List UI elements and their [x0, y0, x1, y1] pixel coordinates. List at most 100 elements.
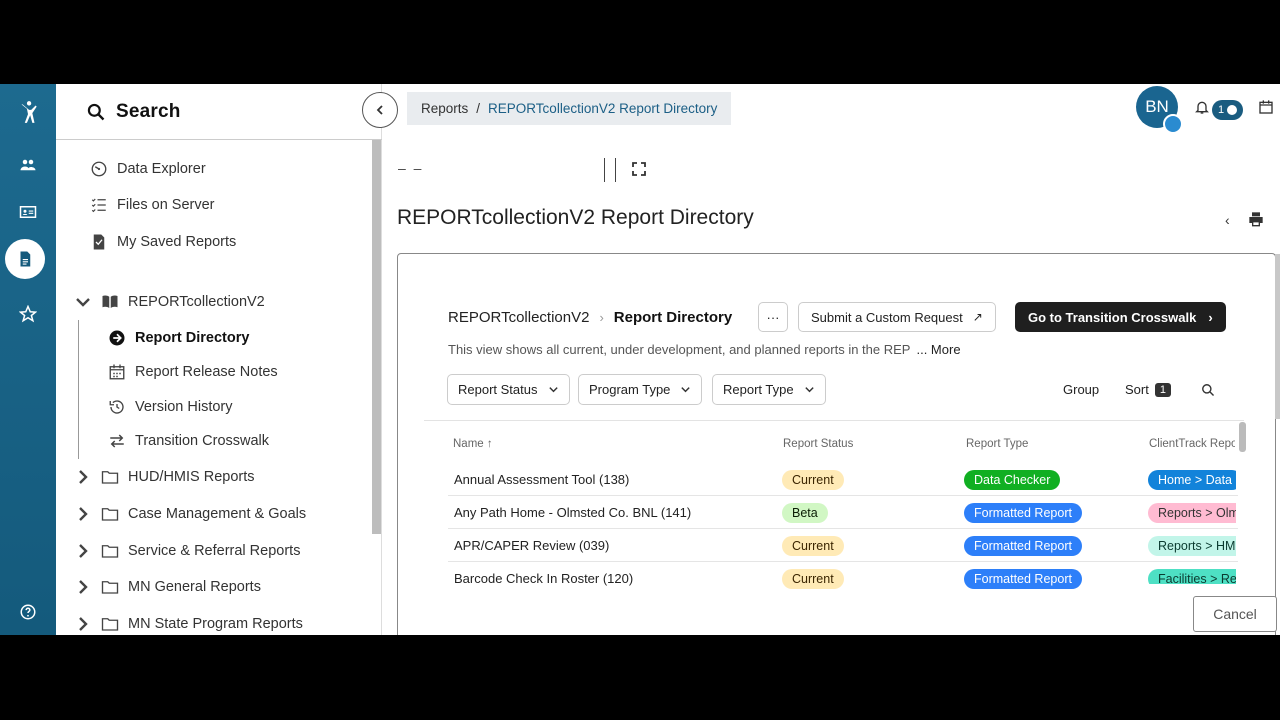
column-header-name[interactable]: Name ↑	[453, 438, 493, 450]
calendar-icon[interactable]	[1258, 99, 1274, 115]
sidebar-item-report-directory[interactable]: Report Directory	[108, 329, 249, 347]
page-title: REPORTcollectionV2 Report Directory	[397, 206, 754, 229]
column-header-type[interactable]: Report Type	[966, 438, 1028, 450]
sidebar-item-version-history[interactable]: Version History	[108, 398, 233, 416]
fullscreen-icon[interactable]	[632, 162, 646, 176]
sidebar-item-my-saved-reports[interactable]: My Saved Reports	[90, 233, 236, 251]
filter-program-type[interactable]: Program Type	[578, 374, 703, 405]
sort-label: Sort	[1125, 382, 1149, 397]
group-button[interactable]: Group	[1063, 382, 1099, 397]
sidebar-scrollbar[interactable]	[372, 140, 381, 534]
sidebar-item-label: Case Management & Goals	[128, 506, 307, 522]
history-icon	[109, 400, 124, 414]
sidebar-item-files-on-server[interactable]: Files on Server	[90, 196, 215, 214]
sort-button[interactable]: Sort 1	[1125, 382, 1171, 397]
chevron-down-icon	[804, 387, 814, 393]
sidebar-item-label: My Saved Reports	[117, 234, 237, 250]
sidebar-folder-case-management[interactable]: Case Management & Goals	[74, 505, 306, 523]
status-badge: Beta	[782, 503, 828, 523]
sidebar-item-label: Transition Crosswalk	[135, 433, 270, 449]
embedded-report-view: REPORTcollectionV2 › Report Directory ··…	[397, 253, 1280, 635]
clienttrack-badge: Home > Data	[1148, 470, 1236, 490]
arrow-circle-icon	[109, 330, 125, 346]
breadcrumb-current[interactable]: REPORTcollectionV2 Report Directory	[488, 101, 717, 116]
chevron-down-icon	[548, 387, 558, 393]
chevron-right-icon: ›	[1208, 309, 1213, 325]
clienttrack-badge: Reports > Olm	[1148, 503, 1236, 523]
column-header-status[interactable]: Report Status	[783, 438, 853, 450]
bell-icon[interactable]	[1194, 98, 1210, 116]
folder-icon	[101, 581, 119, 594]
sidebar-item-data-explorer[interactable]: Data Explorer	[90, 160, 206, 178]
embed-breadcrumb-current: Report Directory	[613, 309, 733, 326]
table-row[interactable]: Annual Assessment Tool (138) Current Dat…	[448, 463, 1238, 496]
cell-name: Barcode Check In Roster (120)	[454, 571, 634, 586]
table-row[interactable]: Barcode Check In Roster (120) Current Fo…	[448, 562, 1238, 595]
sidebar-folder-mn-general[interactable]: MN General Reports	[74, 578, 261, 596]
folder-icon	[101, 618, 119, 631]
collapse-sidebar-button[interactable]	[362, 92, 398, 128]
search-bar[interactable]: Search	[56, 84, 382, 140]
table-row[interactable]: Any Path Home - Olmsted Co. BNL (141) Be…	[448, 496, 1238, 529]
sidebar-item-label: Service & Referral Reports	[128, 543, 301, 559]
sidebar-item-label: MN General Reports	[128, 579, 261, 595]
notification-badge[interactable]: 1	[1212, 100, 1244, 120]
embed-breadcrumb: REPORTcollectionV2 › Report Directory	[448, 309, 732, 326]
cell-name: APR/CAPER Review (039)	[454, 538, 610, 553]
filter-report-status[interactable]: Report Status	[447, 374, 570, 405]
go-to-transition-crosswalk-button[interactable]: Go to Transition Crosswalk ›	[1015, 302, 1226, 332]
breadcrumb-separator: /	[476, 101, 481, 116]
folder-icon	[101, 545, 119, 558]
back-chevron-icon[interactable]: ‹	[1225, 212, 1230, 228]
status-badge: Current	[782, 470, 844, 490]
sidebar-folder-mn-state[interactable]: MN State Program Reports	[74, 615, 303, 633]
more-link[interactable]: ... More	[916, 342, 960, 357]
gauge-icon	[91, 161, 107, 177]
sidebar-item-label: Version History	[135, 399, 233, 415]
sidebar-item-label: MN State Program Reports	[128, 616, 303, 632]
calendar-icon	[109, 364, 125, 380]
table-row[interactable]: APR/CAPER Review (039) Current Formatted…	[448, 529, 1238, 562]
breadcrumb-root[interactable]: Reports	[421, 101, 468, 116]
more-options-button[interactable]: ···	[758, 302, 788, 332]
sidebar-item-label: Files on Server	[117, 197, 215, 213]
filter-report-type[interactable]: Report Type	[712, 374, 826, 405]
submit-custom-request-button[interactable]: Submit a Custom Request ↗	[798, 302, 996, 332]
left-rail	[0, 84, 56, 635]
avatar-badge-icon	[1163, 114, 1183, 134]
embed-breadcrumb-root[interactable]: REPORTcollectionV2	[448, 309, 589, 326]
sidebar-item-release-notes[interactable]: Report Release Notes	[108, 363, 278, 381]
chevron-right-icon	[79, 544, 88, 558]
reports-icon[interactable]	[5, 239, 45, 279]
help-icon[interactable]	[6, 592, 50, 632]
button-label: Submit a Custom Request	[811, 309, 963, 325]
sidebar-collection-toggle[interactable]: REPORTcollectionV2	[74, 293, 265, 311]
star-icon[interactable]	[6, 294, 50, 334]
logo-icon[interactable]	[6, 90, 50, 134]
search-label: Search	[116, 100, 181, 122]
app-window: Search Data Explorer Files on Server My …	[0, 84, 1280, 635]
filter-label: Report Type	[723, 382, 794, 397]
description-text: This view shows all current, under devel…	[448, 342, 911, 357]
breadcrumb: Reports / REPORTcollectionV2 Report Dire…	[407, 92, 732, 125]
toolbar-placeholder: – –	[398, 160, 424, 176]
sidebar-folder-hud[interactable]: HUD/HMIS Reports	[74, 468, 255, 486]
print-icon[interactable]	[1248, 211, 1264, 227]
sidebar-item-label: Report Directory	[135, 330, 250, 346]
embed-scrollbar[interactable]	[1275, 254, 1280, 419]
people-icon[interactable]	[6, 145, 50, 185]
external-link-icon: ↗	[972, 310, 983, 324]
id-card-icon[interactable]	[6, 192, 50, 232]
chevron-left-icon	[376, 105, 383, 115]
folder-icon	[101, 471, 119, 484]
sidebar-folder-service-referral[interactable]: Service & Referral Reports	[74, 542, 300, 560]
folder-icon	[101, 508, 119, 521]
sidebar-item-transition-crosswalk[interactable]: Transition Crosswalk	[108, 432, 269, 450]
table-scrollbar[interactable]	[1239, 422, 1246, 452]
sidebar-item-label: REPORTcollectionV2	[128, 294, 265, 310]
cell-name: Any Path Home - Olmsted Co. BNL (141)	[454, 505, 692, 520]
minus-circle-icon	[1227, 105, 1238, 115]
search-icon[interactable]	[1201, 383, 1215, 397]
cancel-button[interactable]: Cancel	[1193, 596, 1277, 632]
chevron-right-icon	[79, 507, 88, 521]
